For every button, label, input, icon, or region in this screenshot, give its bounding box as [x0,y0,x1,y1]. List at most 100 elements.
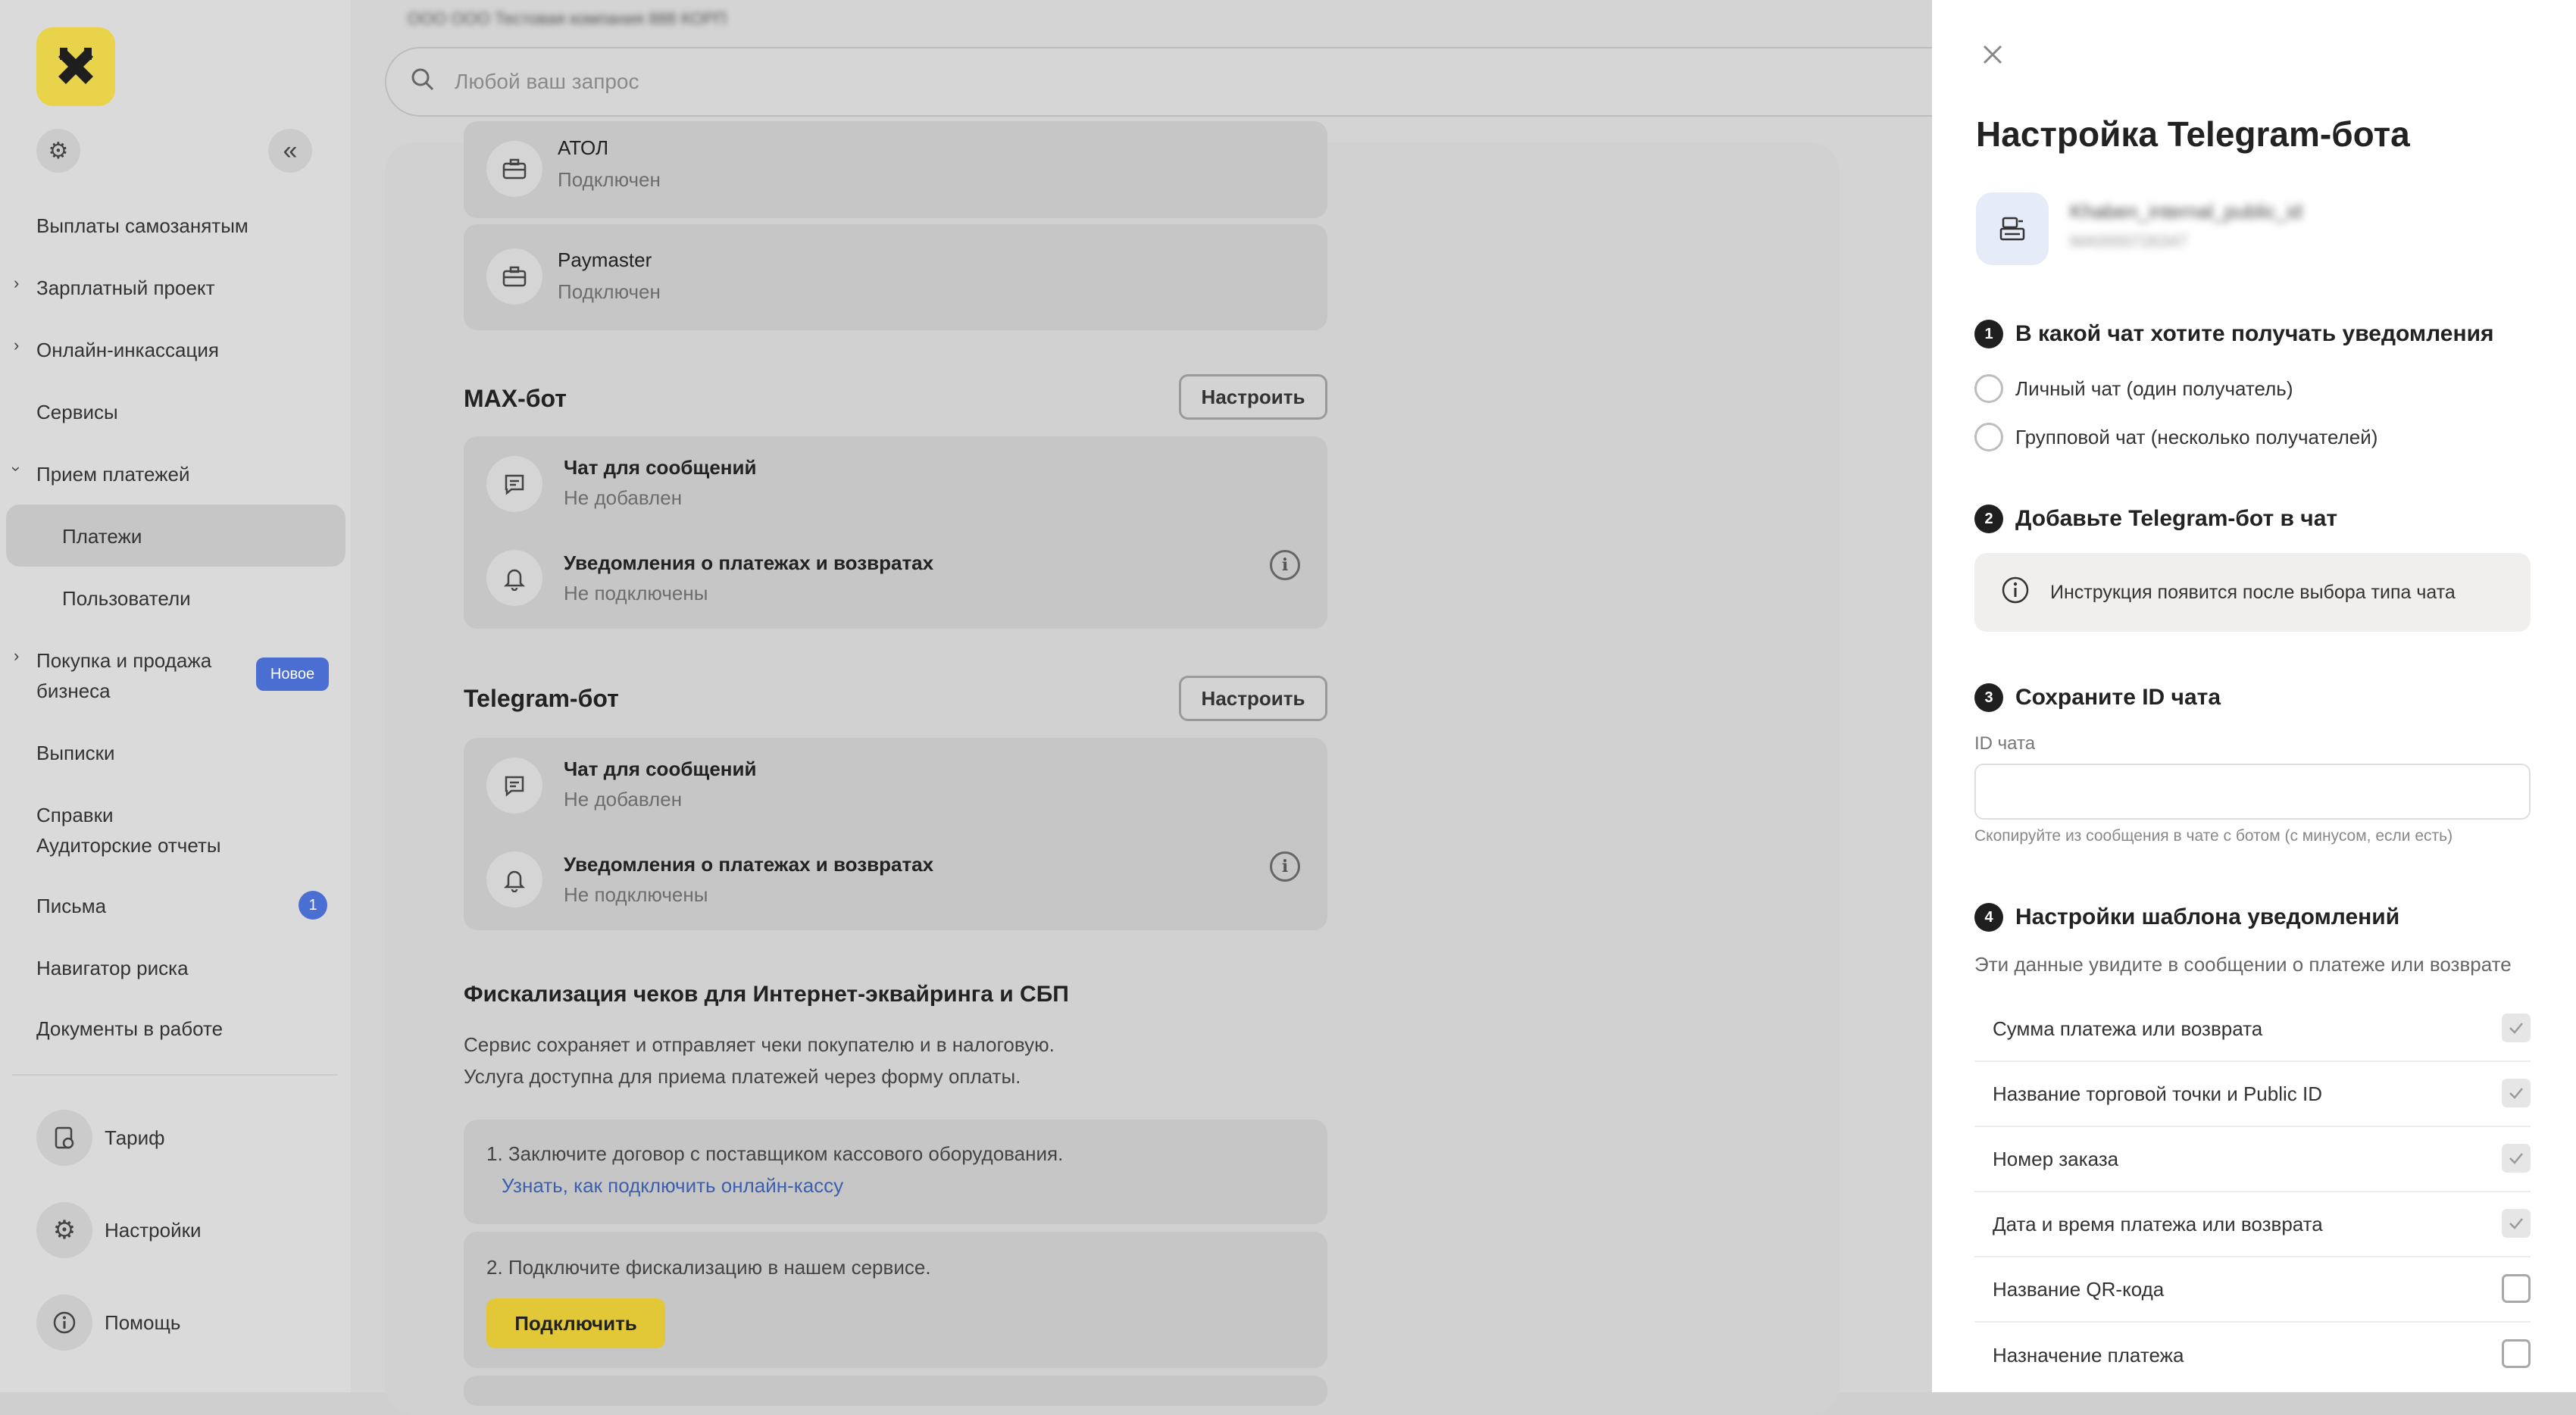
chevron-right-icon: › [14,273,20,292]
chevron-down-icon: › [7,466,27,472]
kassa-howto-link[interactable]: Узнать, как подключить онлайн-кассу [502,1174,843,1198]
info-icon[interactable]: i [1270,550,1300,580]
letters-count-badge: 1 [299,891,327,920]
template-option-order[interactable]: Номер заказа [1974,1127,2531,1192]
sidebar-tariff[interactable]: Тариф [36,1107,324,1168]
kassa-card-paymaster[interactable]: Paymaster Подключен [464,224,1327,330]
template-option-purpose[interactable]: Назначение платежа [1974,1323,2531,1388]
step-number: 2 [1974,504,2003,533]
check-icon [2509,1218,2523,1229]
sidebar-item-collection[interactable]: Онлайн-инкассация [36,335,219,365]
max-bot-configure-button[interactable]: Настроить [1179,374,1327,420]
sidebar-item-salary[interactable]: Зарплатный проект [36,273,215,303]
checkbox-checked[interactable] [2502,1014,2531,1042]
close-icon [1983,45,2002,64]
check-icon [2509,1023,2523,1034]
max-bot-card: Чат для сообщений Не добавлен Уведомлени… [464,436,1327,629]
chat-id-input[interactable] [1974,764,2531,820]
checkbox-unchecked[interactable] [2502,1274,2531,1303]
radio-button[interactable] [1974,374,2003,403]
sidebar-item-audit-reports[interactable]: Аудиторские отчеты [36,830,221,861]
sidebar-item-payouts[interactable]: Выплаты самозанятым [36,211,249,241]
radio-button[interactable] [1974,423,2003,451]
collapse-sidebar-button[interactable]: « [268,129,312,173]
radio-group-chat[interactable]: Групповой чат (несколько получателей) [1974,423,2377,451]
connect-fiscal-button[interactable]: Подключить [486,1298,665,1348]
help-icon [36,1295,92,1351]
option-label: Название QR-кода [1993,1277,2165,1301]
sidebar-item-users[interactable]: Пользователи [62,583,191,614]
template-option-shop[interactable]: Название торговой точки и Public ID [1974,1062,2531,1127]
double-chevron-left-icon: « [283,136,298,165]
telegram-bot-card: Чат для сообщений Не добавлен Уведомлени… [464,738,1327,930]
gear-icon: ⚙ [36,1202,92,1258]
kassa-card-atol[interactable]: АТОЛ Подключен [464,121,1327,218]
sidebar-active-highlight [6,504,345,567]
radio-private-chat[interactable]: Личный чат (один получатель) [1974,374,2293,403]
sidebar-help[interactable]: Помощь [36,1292,324,1353]
sidebar-item-business-trade[interactable]: Покупка и продажа [36,645,211,676]
sidebar-item-acquiring[interactable]: Прием платежей [36,459,190,489]
close-button[interactable] [1976,38,2009,71]
sidebar-item-services[interactable]: Сервисы [36,397,118,427]
kassa-status: Подключен [558,168,661,191]
search-placeholder: Любой ваш запрос [455,70,639,93]
chat-id-help: Скопируйте из сообщения в чате с ботом (… [1974,827,2453,845]
telegram-bot-title: Telegram-бот [464,685,619,712]
chat-title: Чат для сообщений [564,757,757,780]
check-icon [2509,1153,2523,1164]
step-2-header: 2 Добавьте Telegram-бот в чат [1974,504,2337,533]
fiscal-desc-line1: Сервис сохраняет и отправляет чеки покуп… [464,1033,1055,1056]
logo-mark-icon [58,48,93,84]
sidebar-item-statements[interactable]: Выписки [36,738,115,768]
sidebar-item-documents[interactable]: Документы в работе [36,1014,223,1044]
checkbox-checked[interactable] [2502,1209,2531,1238]
tariff-icon [36,1110,92,1166]
fiscal-step2-text: 2. Подключите фискализацию в нашем серви… [486,1256,931,1279]
fiscal-desc-line2: Услуга доступна для приема платежей чере… [464,1065,1021,1088]
notifications-status: Не подключены [564,883,708,906]
sidebar-settings[interactable]: ⚙ Настройки [36,1200,324,1260]
step-4-header: 4 Настройки шаблона уведомлений [1974,903,2399,932]
sidebar-item-payments[interactable]: Платежи [62,521,142,551]
notifications-status: Не подключены [564,582,708,604]
breadcrumb-company[interactable]: ООО ООО Тестовая компания 888 КОРП [408,9,727,28]
account-name: Khaben_internal_public_id [2070,200,2302,223]
step-title: Добавьте Telegram-бот в чат [2015,506,2338,531]
bank-logo[interactable] [36,27,115,106]
step-number: 1 [1974,320,2003,348]
template-option-amount[interactable]: Сумма платежа или возврата [1974,997,2531,1062]
notifications-title: Уведомления о платежах и возвратах [564,551,934,574]
step-1-header: 1 В какой чат хотите получать уведомлени… [1974,320,2494,348]
help-label: Помощь [105,1310,181,1334]
step-number: 3 [1974,683,2003,712]
step-title: В какой чат хотите получать уведомления [2015,321,2494,346]
search-bar[interactable]: Любой ваш запрос [385,47,1976,117]
template-option-qr[interactable]: Название QR-кода [1974,1257,2531,1323]
sidebar-item-certificates[interactable]: Справки [36,800,114,830]
sidebar: ⚙ « Выплаты самозанятым › Зарплатный про… [0,0,351,1392]
account-id: MA0000726347 [2070,232,2188,251]
step-number: 4 [1974,903,2003,932]
instruction-hint: Инструкция появится после выбора типа ча… [1974,553,2531,632]
breadcrumb[interactable]: ООО ООО Тестовая компания 888 КОРП [408,9,802,32]
app-background: ⚙ « Выплаты самозанятым › Зарплатный про… [0,0,1976,1415]
telegram-bot-configure-button[interactable]: Настроить [1179,676,1327,721]
option-label: Назначение платежа [1993,1343,2184,1367]
checkbox-checked[interactable] [2502,1144,2531,1173]
chat-icon [486,757,542,814]
chat-status: Не добавлен [564,788,683,811]
settings-round-button[interactable]: ⚙ [36,129,80,173]
template-option-datetime[interactable]: Дата и время платежа или возврата [1974,1192,2531,1257]
sidebar-divider [12,1074,338,1076]
new-badge: Новое [256,658,329,691]
checkbox-checked[interactable] [2502,1079,2531,1107]
checkbox-unchecked[interactable] [2502,1339,2531,1368]
sidebar-item-letters[interactable]: Письма [36,891,106,921]
template-description: Эти данные увидите в сообщении о платеже… [1974,953,2512,976]
drawer-title: Настройка Telegram-бота [1976,114,2410,154]
sidebar-item-risk-navigator[interactable]: Навигатор риска [36,953,189,983]
fiscal-step1-text: 1. Заключите договор с поставщиком кассо… [486,1142,1064,1165]
info-icon[interactable]: i [1270,851,1300,882]
radio-label: Групповой чат (несколько получателей) [2015,425,2378,448]
